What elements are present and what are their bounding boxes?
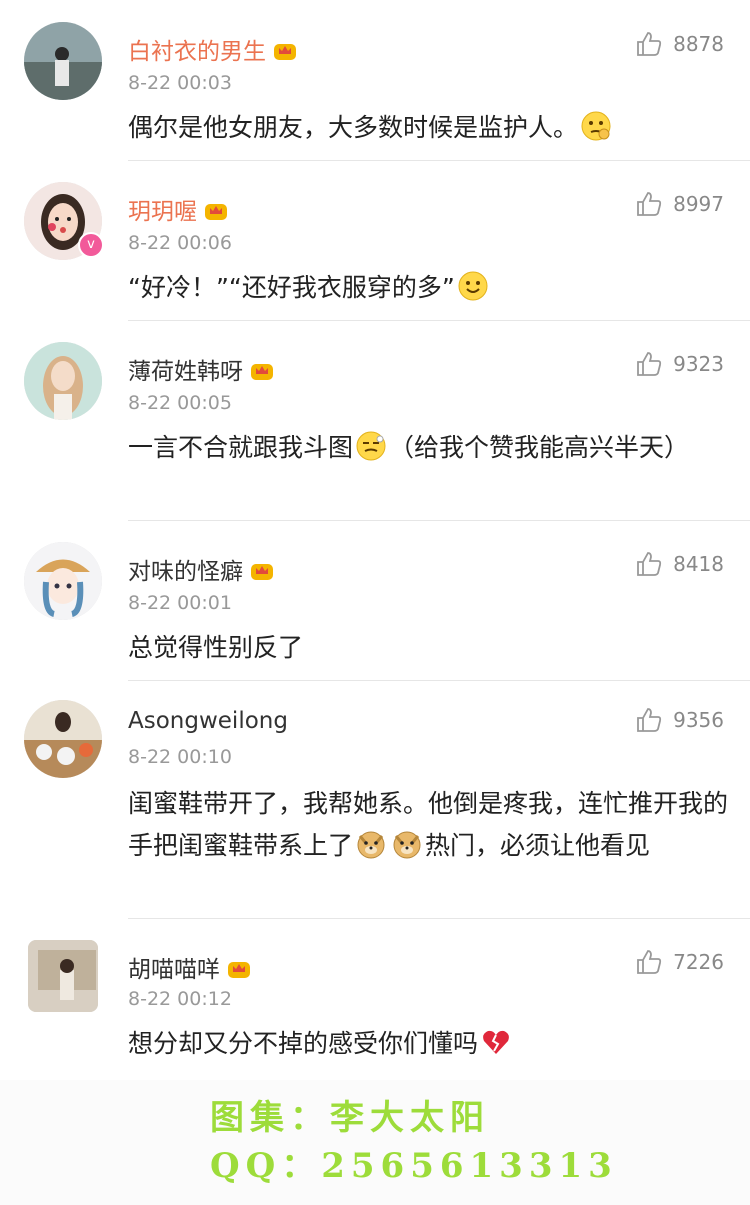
thumbs-up-icon <box>637 352 662 376</box>
user-name-text[interactable]: 胡喵喵咩 <box>128 957 220 983</box>
user-name[interactable]: Asongweilong <box>128 708 288 734</box>
broken-heart-icon <box>483 1030 509 1054</box>
watermark-line1: 图集：李大太阳 <box>210 1098 490 1138</box>
comment-text-content: “好冷！”“还好我衣服穿的多” <box>128 273 455 302</box>
avatar[interactable] <box>24 342 102 420</box>
comment-time: 8-22 00:05 <box>128 392 232 414</box>
like-button[interactable]: 8997 <box>635 190 724 218</box>
user-name-text[interactable]: 白衬衣的男生 <box>128 39 266 65</box>
comment-text: 一言不合就跟我斗图 （给我个赞我能高兴半天） <box>128 427 698 469</box>
comment-text: 闺蜜鞋带开了，我帮她系。他倒是疼我，连忙推开我的手把闺蜜鞋带系上了 热门，必须让他… <box>128 783 728 867</box>
vip-crown-icon <box>205 204 227 220</box>
comment-text: 想分却又分不掉的感受你们懂吗 <box>128 1023 728 1065</box>
thumbs-up-icon <box>637 192 662 216</box>
like-count: 8997 <box>673 192 724 216</box>
avatar[interactable] <box>24 22 102 100</box>
comment-time: 8-22 00:06 <box>128 232 232 254</box>
comment-text-content: 热门，必须让他看见 <box>425 831 651 860</box>
user-name[interactable]: 胡喵喵咩 <box>128 950 252 984</box>
comment-text: 偶尔是他女朋友，大多数时候是监护人。 <box>128 107 728 149</box>
comment-text-content: 一言不合就跟我斗图 <box>128 433 354 462</box>
user-name[interactable]: 薄荷姓韩呀 <box>128 352 275 386</box>
user-name-text[interactable]: 对味的怪癖 <box>128 559 243 585</box>
avatar[interactable] <box>24 700 102 778</box>
divider <box>128 918 750 919</box>
divider <box>128 320 750 321</box>
watermark-line2: QQ：2565613313 <box>210 1146 618 1186</box>
vip-crown-icon <box>251 564 273 580</box>
vip-crown-icon <box>251 364 273 380</box>
avatar[interactable] <box>28 940 98 1012</box>
like-button[interactable]: 8878 <box>635 30 724 58</box>
divider <box>128 160 750 161</box>
like-count: 8418 <box>673 552 724 576</box>
like-count: 7226 <box>673 950 724 974</box>
thumbs-up-icon <box>637 708 662 732</box>
user-name[interactable]: 白衬衣的男生 <box>128 32 298 66</box>
user-name-text[interactable]: 玥玥喔 <box>128 199 197 225</box>
doge-emoji-icon <box>393 831 421 859</box>
blinking-emoji-icon <box>356 431 386 461</box>
like-button[interactable]: 9323 <box>635 350 724 378</box>
vip-crown-icon <box>228 962 250 978</box>
like-button[interactable]: 8418 <box>635 550 724 578</box>
like-button[interactable]: 9356 <box>635 706 724 734</box>
comment-text-content: 偶尔是他女朋友，大多数时候是监护人。 <box>128 113 579 142</box>
thumbs-up-icon <box>637 552 662 576</box>
comment-text-content: 想分却又分不掉的感受你们懂吗 <box>128 1029 479 1058</box>
verified-badge-icon: v <box>78 232 104 258</box>
user-name-text[interactable]: Asongweilong <box>128 708 288 734</box>
comment-time: 8-22 00:03 <box>128 72 232 94</box>
smile-emoji-icon <box>458 271 488 301</box>
like-button[interactable]: 7226 <box>635 948 724 976</box>
user-name-text[interactable]: 薄荷姓韩呀 <box>128 359 243 385</box>
like-count: 9323 <box>673 352 724 376</box>
avatar[interactable] <box>24 542 102 620</box>
doge-emoji-icon <box>357 831 385 859</box>
thinking-emoji-icon <box>581 111 611 141</box>
user-name[interactable]: 玥玥喔 <box>128 192 229 226</box>
like-count: 9356 <box>673 708 724 732</box>
comment-text: “好冷！”“还好我衣服穿的多” <box>128 267 728 309</box>
divider <box>128 520 750 521</box>
comment-text-content: （给我个赞我能高兴半天） <box>389 433 690 462</box>
like-count: 8878 <box>673 32 724 56</box>
vip-crown-icon <box>274 44 296 60</box>
comment-time: 8-22 00:01 <box>128 592 232 614</box>
comment-time: 8-22 00:10 <box>128 746 232 768</box>
user-name[interactable]: 对味的怪癖 <box>128 552 275 586</box>
thumbs-up-icon <box>637 32 662 56</box>
comment-text: 总觉得性别反了 <box>128 633 304 662</box>
divider <box>128 680 750 681</box>
thumbs-up-icon <box>637 950 662 974</box>
comment-time: 8-22 00:12 <box>128 988 232 1010</box>
